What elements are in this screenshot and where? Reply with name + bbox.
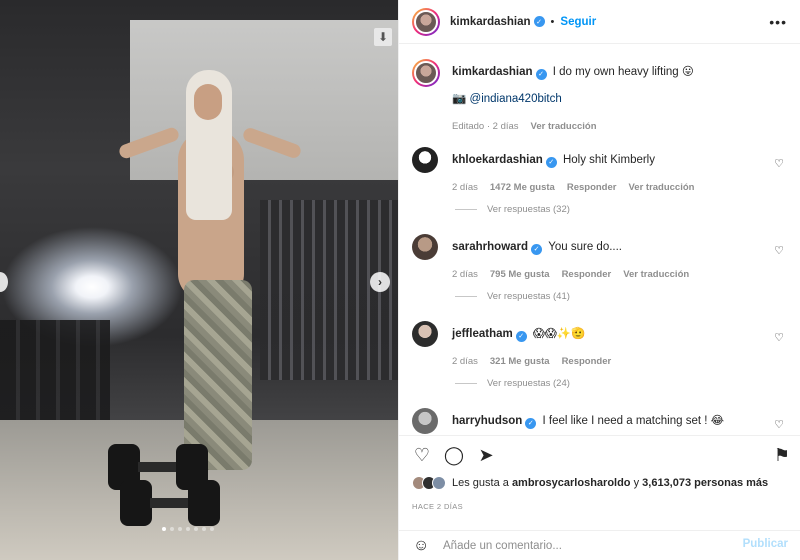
- bookmark-icon[interactable]: ⚑: [771, 444, 793, 466]
- verified-icon: ✓: [535, 69, 547, 80]
- heart-icon[interactable]: ♡: [774, 244, 784, 257]
- previous-arrow-button[interactable]: [0, 272, 8, 292]
- verified-icon: ✓: [531, 244, 543, 255]
- commenter-username[interactable]: harryhudson: [452, 415, 522, 427]
- comments-list[interactable]: kimkardashian ✓ I do my own heavy lifting…: [399, 45, 800, 435]
- author-avatar[interactable]: [412, 7, 440, 36]
- post-actions: ♡ ◯ ➤ ⚑: [399, 435, 800, 469]
- verified-icon: ✓: [533, 16, 545, 27]
- post-header: kimkardashian ✓ • Seguir •••: [399, 0, 800, 44]
- comment-age: 2 días: [452, 356, 478, 367]
- commenter-avatar[interactable]: [412, 408, 438, 434]
- commenter-avatar[interactable]: [412, 147, 438, 173]
- likes-middle: y: [633, 477, 640, 489]
- separator-dot: •: [550, 15, 555, 28]
- send-icon[interactable]: ➤: [475, 444, 497, 466]
- comment-text: You sure do....: [548, 241, 623, 253]
- view-replies-button[interactable]: Ver respuestas (41): [455, 291, 570, 302]
- commenter-avatar[interactable]: [412, 321, 438, 347]
- comment-item: sarahrhoward ✓ You sure do.... 2 días 795…: [412, 234, 792, 314]
- carousel-dot: [194, 527, 198, 531]
- likes-prefix: Les gusta a: [452, 477, 509, 489]
- edited-meta: Editado · 2 días: [452, 121, 519, 132]
- heart-icon[interactable]: ♡: [774, 418, 784, 431]
- comment-item: harryhudson ✓ I feel like I need a matchi…: [412, 408, 792, 435]
- photo-person: [117, 70, 303, 470]
- view-replies-label: Ver respuestas (24): [487, 378, 570, 389]
- comment-like-count[interactable]: 795 Me gusta: [490, 267, 550, 282]
- comment-composer: ☺: [399, 530, 800, 560]
- comment-age: 2 días: [452, 269, 478, 280]
- chevron-right-icon[interactable]: ›: [370, 272, 390, 292]
- verified-icon: ✓: [545, 157, 557, 168]
- author-avatar[interactable]: [412, 59, 440, 87]
- post-side-panel: kimkardashian ✓ • Seguir ••• kimkardashi…: [398, 0, 800, 560]
- reply-button[interactable]: Responder: [562, 354, 612, 369]
- commenter-avatar[interactable]: [412, 234, 438, 260]
- liker-avatar: [432, 476, 446, 490]
- carousel-dot: [186, 527, 190, 531]
- heart-icon[interactable]: ♡: [774, 157, 784, 170]
- comment-item: khloekardashian ✓ Holy shit Kimberly 2 dí…: [412, 147, 792, 227]
- view-replies-button[interactable]: Ver respuestas (32): [455, 204, 570, 215]
- see-translation-link[interactable]: Ver traducción: [628, 180, 694, 195]
- carousel-dot: [210, 527, 214, 531]
- view-replies-button[interactable]: Ver respuestas (24): [455, 378, 570, 389]
- comment-item: jeffleatham ✓ 😱😱✨🫡 2 días 321 Me gusta Re…: [412, 321, 792, 401]
- comment-input[interactable]: [443, 539, 733, 552]
- post-photo[interactable]: ⬇ ›: [0, 0, 398, 560]
- more-icon[interactable]: •••: [769, 14, 787, 30]
- liker-username[interactable]: ambrosycarlosharoldo: [512, 477, 631, 489]
- view-replies-label: Ver respuestas (32): [487, 204, 570, 215]
- comment-text: I feel like I need a matching set ! 😂: [542, 415, 725, 427]
- post-date: HACE 2 DÍAS: [412, 502, 464, 511]
- comment-text: 😱😱✨🫡: [532, 328, 586, 340]
- download-icon[interactable]: ⬇: [374, 28, 392, 46]
- likes-others-link[interactable]: 3,613,073 personas más: [642, 477, 768, 489]
- comment-icon[interactable]: ◯: [443, 444, 465, 466]
- heart-icon[interactable]: ♡: [411, 444, 433, 466]
- publish-button[interactable]: Publicar: [743, 538, 788, 550]
- commenter-username[interactable]: khloekardashian: [452, 154, 543, 166]
- caption-text: I do my own heavy lifting 😛: [552, 66, 694, 78]
- post-caption: kimkardashian ✓ I do my own heavy lifting…: [412, 59, 792, 139]
- commenter-username[interactable]: sarahrhoward: [452, 241, 528, 253]
- comment-like-count[interactable]: 321 Me gusta: [490, 354, 550, 369]
- carousel-dot: [202, 527, 206, 531]
- author-username[interactable]: kimkardashian: [450, 16, 531, 28]
- carousel-dots: [162, 527, 214, 531]
- reply-button[interactable]: Responder: [562, 267, 612, 282]
- photo-dumbbell: [120, 480, 220, 526]
- heart-icon[interactable]: ♡: [774, 331, 784, 344]
- comment-like-count[interactable]: 1472 Me gusta: [490, 180, 555, 195]
- carousel-dot: [162, 527, 166, 531]
- view-replies-label: Ver respuestas (41): [487, 291, 570, 302]
- likes-summary: Les gusta a ambrosycarlosharoldo y 3,613…: [412, 476, 768, 490]
- follow-button[interactable]: Seguir: [560, 16, 596, 28]
- see-translation-link[interactable]: Ver traducción: [531, 119, 597, 134]
- emoji-icon[interactable]: ☺: [413, 537, 435, 555]
- comment-text: Holy shit Kimberly: [562, 154, 655, 166]
- carousel-dot: [178, 527, 182, 531]
- photo-credit[interactable]: 📷 @indiana420bitch: [452, 92, 772, 107]
- see-translation-link[interactable]: Ver traducción: [623, 267, 689, 282]
- commenter-username[interactable]: jeffleatham: [452, 328, 513, 340]
- verified-icon: ✓: [525, 418, 537, 429]
- caption-username[interactable]: kimkardashian: [452, 66, 533, 78]
- comment-age: 2 días: [452, 182, 478, 193]
- reply-button[interactable]: Responder: [567, 180, 617, 195]
- carousel-dot: [170, 527, 174, 531]
- verified-icon: ✓: [515, 331, 527, 342]
